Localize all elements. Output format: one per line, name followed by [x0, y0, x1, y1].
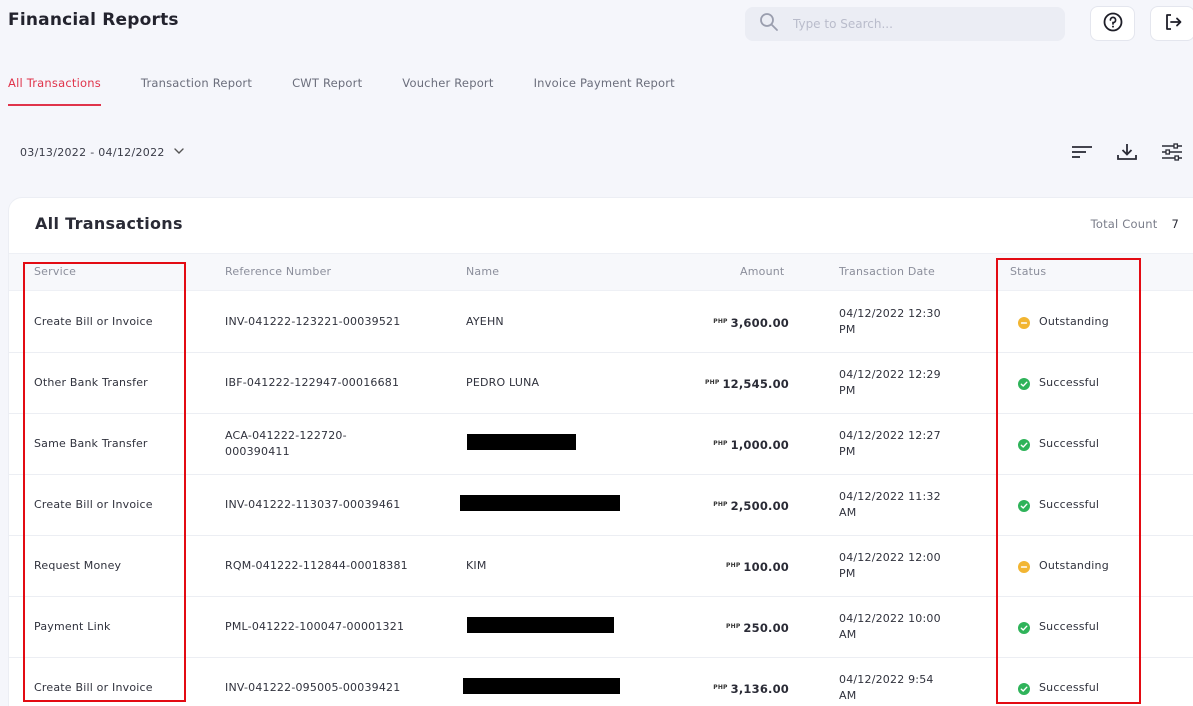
- redacted-name: [467, 617, 614, 633]
- date-line-2: PM: [839, 323, 856, 336]
- amount-cell: PHP 2,500.00: [713, 497, 789, 514]
- search-input[interactable]: [793, 17, 1033, 31]
- amount-value: 12,545.00: [722, 377, 789, 391]
- reference-cell: RQM-041222-112844-00018381: [225, 559, 408, 572]
- date-line-2: PM: [839, 567, 856, 580]
- service-column-highlight: [23, 262, 186, 702]
- date-cell: 04/12/2022 12:30 PM: [839, 306, 941, 338]
- reference-line-2: 000390411: [225, 445, 290, 458]
- logout-button[interactable]: [1150, 6, 1193, 41]
- date-line-1: 04/12/2022 12:30: [839, 307, 941, 320]
- page-title: Financial Reports: [8, 10, 179, 30]
- date-line-2: AM: [839, 506, 857, 519]
- reference-line-1: ACA-041222-122720-: [225, 429, 347, 442]
- tab-invoice-payment-report[interactable]: Invoice Payment Report: [534, 74, 675, 106]
- column-header-reference-number[interactable]: Reference Number: [225, 265, 331, 278]
- sliders-icon: [1161, 143, 1183, 165]
- amount-cell: PHP 12,545.00: [705, 375, 789, 392]
- currency-label: PHP: [726, 623, 741, 630]
- date-range-picker[interactable]: 03/13/2022 - 04/12/2022: [20, 145, 185, 160]
- amount-value: 3,136.00: [730, 682, 789, 696]
- date-cell: 04/12/2022 9:54 AM: [839, 672, 934, 704]
- reference-cell: INV-041222-113037-00039461: [225, 498, 401, 511]
- logout-icon: [1162, 11, 1184, 37]
- redacted-name: [460, 495, 620, 511]
- sort-icon: [1071, 144, 1093, 164]
- help-button[interactable]: [1090, 6, 1135, 41]
- amount-value: 3,600.00: [730, 316, 789, 330]
- amount-cell: PHP 100.00: [726, 558, 789, 575]
- column-header-transaction-date[interactable]: Transaction Date: [839, 265, 935, 278]
- tab-cwt-report[interactable]: CWT Report: [292, 74, 362, 106]
- currency-label: PHP: [713, 440, 728, 447]
- amount-cell: PHP 250.00: [726, 619, 789, 636]
- date-range-value: 03/13/2022 - 04/12/2022: [20, 146, 165, 159]
- date-cell: 04/12/2022 11:32 AM: [839, 489, 941, 521]
- card-title: All Transactions: [35, 214, 183, 233]
- column-header-name[interactable]: Name: [466, 265, 499, 278]
- date-line-1: 04/12/2022 11:32: [839, 490, 941, 503]
- tab-transaction-report[interactable]: Transaction Report: [141, 74, 252, 106]
- amount-cell: PHP 3,136.00: [713, 680, 789, 697]
- reference-cell: PML-041222-100047-00001321: [225, 620, 405, 633]
- date-cell: 04/12/2022 12:00 PM: [839, 550, 941, 582]
- name-cell: AYEHN: [466, 315, 504, 328]
- currency-label: PHP: [713, 318, 728, 325]
- sort-button[interactable]: [1070, 143, 1094, 165]
- date-line-1: 04/12/2022 10:00: [839, 612, 941, 625]
- date-cell: 04/12/2022 12:29 PM: [839, 367, 941, 399]
- currency-label: PHP: [713, 684, 728, 691]
- status-column-highlight: [996, 258, 1141, 704]
- amount-cell: PHP 3,600.00: [713, 314, 789, 331]
- currency-label: PHP: [713, 501, 728, 508]
- reference-cell: INV-041222-123221-00039521: [225, 315, 401, 328]
- amount-value: 250.00: [743, 621, 789, 635]
- amount-cell: PHP 1,000.00: [713, 436, 789, 453]
- amount-value: 100.00: [743, 560, 789, 574]
- filter-settings-button[interactable]: [1160, 143, 1184, 165]
- redacted-name: [463, 678, 620, 694]
- amount-value: 2,500.00: [730, 499, 789, 513]
- tab-all-transactions[interactable]: All Transactions: [8, 74, 101, 106]
- date-line-2: PM: [839, 384, 856, 397]
- total-count: Total Count 7: [1091, 217, 1179, 231]
- search-bar[interactable]: [745, 7, 1065, 41]
- date-line-1: 04/12/2022 9:54: [839, 673, 934, 686]
- amount-value: 1,000.00: [730, 438, 789, 452]
- date-line-1: 04/12/2022 12:27: [839, 429, 941, 442]
- help-icon: [1102, 11, 1124, 37]
- search-icon: [759, 12, 779, 36]
- name-cell: KIM: [466, 559, 487, 572]
- name-cell: PEDRO LUNA: [466, 376, 540, 389]
- chevron-down-icon: [165, 145, 185, 160]
- reference-cell: ACA-041222-122720- 000390411: [225, 428, 347, 460]
- total-count-value: 7: [1171, 217, 1179, 231]
- reference-cell: IBF-041222-122947-00016681: [225, 376, 400, 389]
- redacted-name: [467, 434, 576, 450]
- date-cell: 04/12/2022 12:27 PM: [839, 428, 941, 460]
- date-cell: 04/12/2022 10:00 AM: [839, 611, 941, 643]
- download-button[interactable]: [1115, 143, 1139, 165]
- date-line-2: AM: [839, 689, 857, 702]
- currency-label: PHP: [705, 379, 720, 386]
- currency-label: PHP: [726, 562, 741, 569]
- date-line-2: PM: [839, 445, 856, 458]
- reference-cell: INV-041222-095005-00039421: [225, 681, 401, 694]
- column-header-amount[interactable]: Amount: [740, 265, 784, 278]
- date-line-1: 04/12/2022 12:29: [839, 368, 941, 381]
- date-line-2: AM: [839, 628, 857, 641]
- report-tabs: All Transactions Transaction Report CWT …: [0, 74, 707, 106]
- total-count-label: Total Count: [1090, 217, 1158, 231]
- date-line-1: 04/12/2022 12:00: [839, 551, 941, 564]
- download-icon: [1116, 142, 1138, 166]
- tab-voucher-report[interactable]: Voucher Report: [402, 74, 493, 106]
